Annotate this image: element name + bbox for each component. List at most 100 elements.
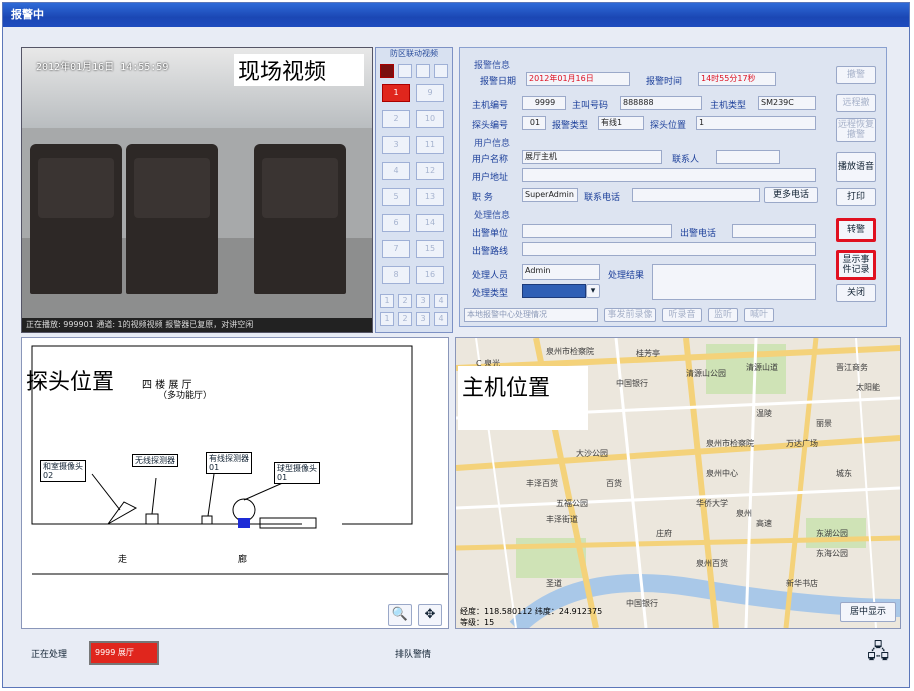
handler-field[interactable]: Admin	[522, 264, 600, 280]
corridor-label: 走	[118, 555, 128, 565]
alarm-type-field[interactable]: 有线1	[598, 116, 644, 130]
host-phone-field[interactable]: 888888	[620, 96, 702, 110]
zone-indicator[interactable]	[380, 64, 394, 78]
alarm-date-label: 报警日期	[480, 77, 517, 87]
dispatch-phone-field[interactable]	[732, 224, 816, 238]
alarm-time-field[interactable]: 14时55分17秒	[698, 72, 776, 86]
side-button[interactable]: 显示事件记录	[836, 250, 876, 280]
host-type-label: 主机类型	[710, 101, 747, 111]
zone-button[interactable]: 5	[382, 188, 410, 206]
side-button[interactable]: 远程恢复撤警	[836, 118, 876, 142]
zone-button[interactable]: 1	[382, 84, 410, 102]
map-label: 东湖公园	[816, 529, 848, 538]
alarm-date-field[interactable]: 2012年01月16日	[526, 72, 630, 86]
host-type-field[interactable]: SM239C	[758, 96, 816, 110]
processing-label: 正在处理	[31, 650, 68, 660]
map-label: 大沙公园	[576, 449, 608, 458]
alarm-window: 报警中 2012年01月16日 14:55:59 现场视频 正在播放: 9999…	[2, 2, 910, 688]
zone-video-panel: 防区联动视频 1 9 2 10 3 11 4 12 5 13 6 14 7 15 8 16 12341234	[375, 47, 453, 333]
zone-button[interactable]: 2	[382, 110, 410, 128]
network-computer-icon[interactable]: 🖧	[867, 639, 891, 663]
side-button[interactable]: 打印	[836, 188, 876, 206]
sensor-tag[interactable]: 无线探测器	[132, 454, 178, 467]
zone-button[interactable]: 7	[382, 240, 410, 258]
contact-label: 联系人	[672, 155, 700, 165]
action-button[interactable]: 事发前录像	[604, 308, 656, 322]
phone-field[interactable]	[632, 188, 760, 202]
map-label: 城东	[836, 469, 852, 478]
host-no-field[interactable]: 9999	[522, 96, 566, 110]
zone-header: 防区联动视频	[390, 49, 438, 58]
zone-button[interactable]: 15	[416, 240, 444, 258]
handle-section-title: 处理信息	[474, 211, 511, 221]
zone-button[interactable]: 9	[416, 84, 444, 102]
user-addr-label: 用户地址	[472, 173, 509, 183]
sensor-tag[interactable]: 和室摄像头 02	[40, 460, 86, 482]
zone-button[interactable]: 13	[416, 188, 444, 206]
zone-button[interactable]: 3	[382, 136, 410, 154]
probe-loc-field[interactable]: 1	[696, 116, 816, 130]
user-addr-field[interactable]	[522, 168, 816, 182]
sensor-tag[interactable]: 球型摄像头 01	[274, 462, 320, 484]
channel-button[interactable]: 3	[416, 294, 430, 308]
zone-button[interactable]: 16	[416, 266, 444, 284]
probe-no-field[interactable]: 01	[522, 116, 546, 130]
host-no-label: 主机编号	[472, 101, 509, 111]
channel-button[interactable]: 2	[398, 294, 412, 308]
zoom-icon[interactable]: 🔍	[388, 604, 412, 626]
channel-button[interactable]: 2	[398, 312, 412, 326]
zone-button[interactable]: 11	[416, 136, 444, 154]
handle-type-label: 处理类型	[472, 289, 509, 299]
chevron-down-icon[interactable]: ▾	[586, 284, 600, 298]
map-label: 丰泽街道	[546, 515, 578, 524]
floor-plan-drawing	[31, 345, 448, 575]
zone-button[interactable]: 4	[382, 162, 410, 180]
user-name-field[interactable]: 展厅主机	[522, 150, 662, 164]
channel-button[interactable]: 1	[380, 312, 394, 326]
dispatch-phone-label: 出警电话	[680, 229, 717, 239]
side-button[interactable]: 关闭	[836, 284, 876, 302]
zone-button[interactable]: 12	[416, 162, 444, 180]
video-status: 正在播放: 999901 通道: 1的视频视频 报警器已复原，对讲空闲	[22, 318, 372, 332]
zone-button[interactable]: 10	[416, 110, 444, 128]
channel-button[interactable]: 4	[434, 312, 448, 326]
map-label: 五福公园	[556, 499, 588, 508]
zone-button[interactable]: 8	[382, 266, 410, 284]
dispatch-unit-field[interactable]	[522, 224, 672, 238]
map-label: 泉州中心	[706, 469, 738, 478]
channel-button[interactable]: 4	[434, 294, 448, 308]
action-button[interactable]: 监听	[708, 308, 738, 322]
dispatch-route-field[interactable]	[522, 242, 816, 256]
side-button[interactable]: 播放语音	[836, 152, 876, 182]
zone-indicator[interactable]	[398, 64, 412, 78]
contact-field[interactable]	[716, 150, 780, 164]
dispatch-unit-label: 出警单位	[472, 229, 509, 239]
action-button[interactable]: 听录音	[662, 308, 702, 322]
zone-button[interactable]: 6	[382, 214, 410, 232]
sensor-tag[interactable]: 有线探测器 01	[206, 452, 252, 474]
duty-field[interactable]: SuperAdmin	[522, 188, 578, 202]
side-button[interactable]: 撤警	[836, 66, 876, 84]
pan-icon[interactable]: ✥	[418, 604, 442, 626]
center-route-select[interactable]: 本地报警中心处理情况	[464, 308, 598, 322]
action-button[interactable]: 喊叶	[744, 308, 774, 322]
side-button[interactable]: 转警	[836, 218, 876, 242]
probe-location-panel: 探头位置 四 楼 展 厅 （多功能厅） 和室摄像头 02 无线探测器 有线探测器 01 球…	[21, 337, 449, 629]
sensor-name: 有线探测器	[209, 454, 249, 463]
zone-indicator[interactable]	[434, 64, 448, 78]
processing-badge[interactable]: 9999 展厅	[89, 641, 159, 665]
more-phone-button[interactable]: 更多电话	[764, 187, 818, 203]
map-level: 等级：15	[460, 618, 495, 627]
host-location-map[interactable]: 泉州市检察院 桂芳亭 中国银行 清源山公园 清源山道 晋江商务 太阳能 泉州市检察院 泉州中心百…	[455, 337, 901, 629]
handle-type-select[interactable]	[522, 284, 586, 298]
zone-button[interactable]: 14	[416, 214, 444, 232]
zone-indicator[interactable]	[416, 64, 430, 78]
channel-button[interactable]: 1	[380, 294, 394, 308]
dispatch-route-label: 出警路线	[472, 247, 509, 257]
center-display-button[interactable]: 居中显示	[840, 602, 896, 622]
map-label: 泉州市检察院	[546, 347, 594, 356]
alarm-section-title: 报警信息	[474, 61, 511, 71]
side-button[interactable]: 远程撤	[836, 94, 876, 112]
result-textarea[interactable]	[652, 264, 816, 300]
channel-button[interactable]: 3	[416, 312, 430, 326]
